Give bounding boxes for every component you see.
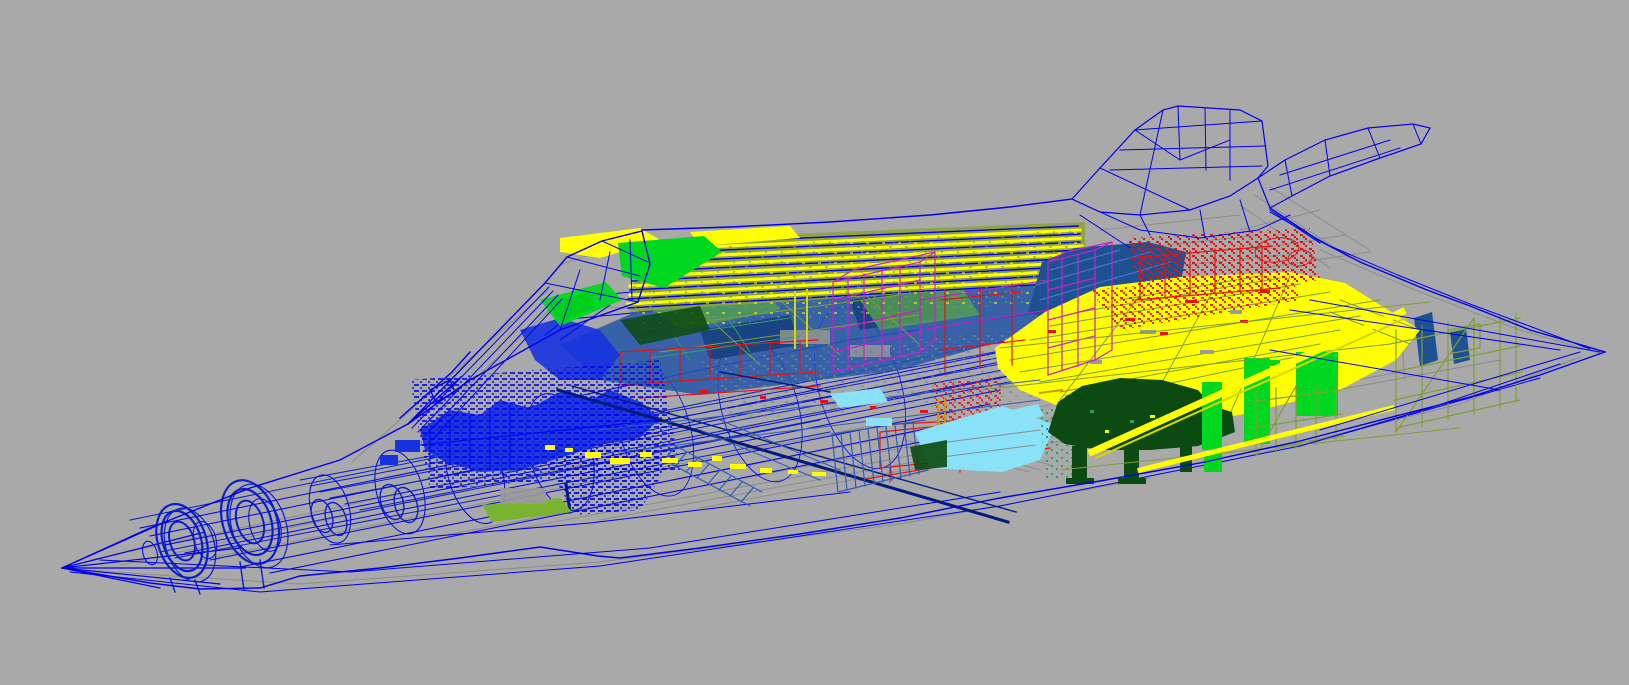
wireframe-spacecraft-model xyxy=(0,0,1629,685)
viewport-3d[interactable] xyxy=(0,0,1629,685)
tail-fins xyxy=(1072,106,1430,248)
